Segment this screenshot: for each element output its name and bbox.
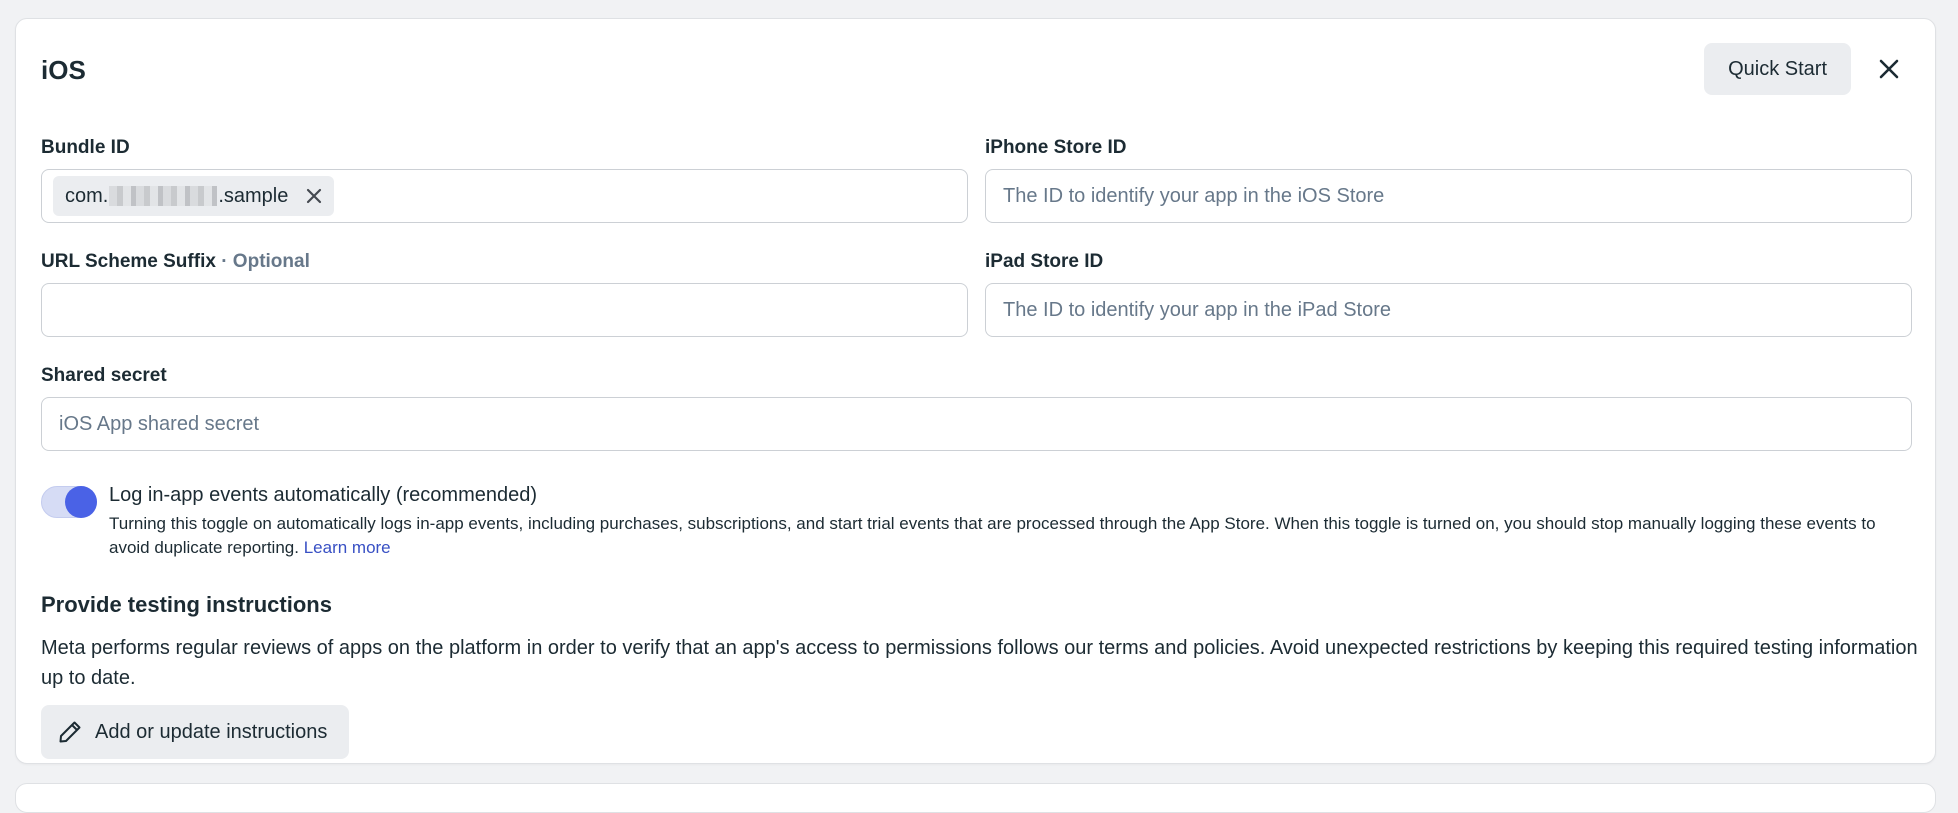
iphone-store-id-input[interactable]	[986, 170, 1911, 222]
toggle-knob	[65, 486, 97, 518]
url-scheme-suffix-label: URL Scheme Suffix · Optional	[41, 251, 310, 273]
quick-start-button[interactable]: Quick Start	[1704, 43, 1851, 95]
testing-section-description: Meta performs regular reviews of apps on…	[41, 637, 1918, 689]
url-scheme-suffix-input[interactable]	[42, 284, 967, 336]
ios-settings-panel: iOS Quick Start Bundle ID com. .sample i…	[15, 18, 1936, 764]
log-events-toggle[interactable]	[41, 486, 97, 518]
add-update-instructions-button[interactable]: Add or update instructions	[41, 705, 350, 759]
log-events-description: Turning this toggle on automatically log…	[109, 512, 1919, 560]
optional-tag: · Optional	[221, 251, 310, 272]
bundle-id-label: Bundle ID	[41, 137, 130, 158]
panel-title: iOS	[41, 55, 86, 85]
iphone-store-id-field	[985, 169, 1912, 223]
log-events-title: Log in-app events automatically (recomme…	[109, 484, 537, 506]
close-icon[interactable]	[1875, 55, 1903, 83]
url-scheme-suffix-field	[41, 283, 968, 337]
bundle-id-chip-suffix: .sample	[218, 184, 289, 207]
url-scheme-suffix-label-text: URL Scheme Suffix	[41, 251, 216, 272]
redacted-segment	[109, 186, 218, 206]
shared-secret-field	[41, 397, 1912, 451]
bundle-id-chip: com. .sample	[53, 176, 335, 216]
next-panel-edge	[15, 783, 1936, 813]
ipad-store-id-field	[985, 283, 1912, 337]
ipad-store-id-input[interactable]	[986, 284, 1911, 336]
bundle-id-chip-prefix: com.	[65, 184, 109, 207]
shared-secret-input[interactable]	[42, 398, 1911, 450]
add-update-instructions-label: Add or update instructions	[95, 720, 328, 743]
chip-remove-icon[interactable]	[306, 188, 322, 204]
pencil-icon	[59, 721, 81, 743]
testing-section-title: Provide testing instructions	[41, 592, 332, 617]
bundle-id-field[interactable]: com. .sample	[41, 169, 968, 223]
ipad-store-id-label: iPad Store ID	[985, 251, 1104, 272]
learn-more-link[interactable]: Learn more	[304, 538, 391, 557]
shared-secret-label: Shared secret	[41, 365, 167, 386]
iphone-store-id-label: iPhone Store ID	[985, 137, 1127, 158]
